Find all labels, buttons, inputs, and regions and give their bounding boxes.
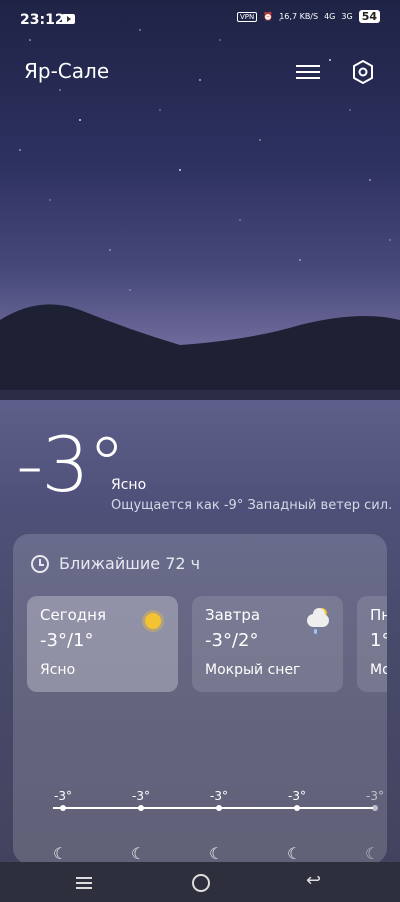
back-button[interactable]: ↩ — [306, 870, 321, 891]
day-temp: 1° — [370, 630, 387, 651]
hour-dot — [294, 805, 300, 811]
navigation-bar: ↩ — [0, 862, 400, 902]
home-button[interactable] — [192, 874, 210, 892]
hour-item: -3° ☾ — [121, 789, 161, 863]
recent-apps-button[interactable] — [76, 874, 92, 892]
day-card-today[interactable]: Сегодня -3°/1° Ясно — [27, 596, 178, 692]
day-card-monday[interactable]: Пн 1° Мо — [357, 596, 387, 692]
forecast-title: Ближайшие 72 ч — [59, 554, 201, 573]
temperature-line — [53, 807, 373, 809]
alarm-icon: ⏰ — [263, 12, 274, 21]
moon-icon: ☾ — [365, 844, 380, 863]
city-name: Яр-Сале — [24, 59, 110, 83]
forecast-card[interactable]: Ближайшие 72 ч Сегодня -3°/1° Ясно Завтр… — [13, 534, 387, 864]
current-temperature: -3° — [16, 420, 126, 509]
day-condition: Ясно — [40, 662, 76, 678]
status-bar: 23:12 VPN ⏰ 16,7 KB/S 4G 3G 54 — [0, 0, 400, 40]
forecast-header: Ближайшие 72 ч — [31, 554, 200, 573]
settings-icon[interactable] — [350, 59, 376, 85]
day-name: Пн — [370, 606, 387, 624]
day-name: Сегодня — [40, 606, 106, 624]
header: Яр-Сале — [0, 55, 400, 95]
status-icons: VPN ⏰ 16,7 KB/S 4G 3G 54 — [237, 10, 380, 23]
moon-icon: ☾ — [287, 844, 302, 863]
clock-icon — [31, 554, 49, 573]
hour-item: -3° ☾ — [43, 789, 83, 863]
status-time: 23:12 — [20, 12, 65, 28]
hour-item: -3° ☾ — [355, 789, 387, 863]
day-temp: -3°/1° — [40, 630, 94, 651]
day-name: Завтра — [205, 606, 261, 624]
day-temp: -3°/2° — [205, 630, 259, 651]
menu-icon[interactable] — [296, 61, 320, 83]
sleet-icon — [305, 608, 331, 634]
hour-temp: -3° — [210, 789, 228, 803]
hour-dot — [216, 805, 222, 811]
hour-temp: -3° — [288, 789, 306, 803]
moon-icon: ☾ — [53, 844, 68, 863]
current-condition: Ясно — [111, 477, 147, 493]
network-4g: 4G — [324, 12, 336, 21]
battery-icon: 54 — [358, 10, 380, 23]
hour-temp: -3° — [366, 789, 384, 803]
feels-like-text: Ощущается как -9° Западный ветер сил. — [111, 498, 393, 513]
day-card-tomorrow[interactable]: Завтра -3°/2° Мокрый снег — [192, 596, 343, 692]
network-3g: 3G — [341, 12, 353, 21]
hour-item: -3° ☾ — [277, 789, 317, 863]
moon-icon: ☾ — [131, 844, 146, 863]
hour-temp: -3° — [54, 789, 72, 803]
current-weather: -3° Ясно Ощущается как -9° Западный вете… — [16, 425, 396, 525]
sun-icon — [140, 608, 166, 634]
vpn-badge: VPN — [237, 11, 258, 22]
hourly-forecast: -3° ☾ -3° ☾ -3° ☾ -3° ☾ -3° ☾ — [43, 789, 384, 863]
hour-dot — [138, 805, 144, 811]
hour-item: -3° ☾ — [199, 789, 239, 863]
hour-dot — [60, 805, 66, 811]
hour-dot — [372, 805, 378, 811]
day-condition: Мокрый снег — [205, 662, 301, 678]
daily-forecast-list: Сегодня -3°/1° Ясно Завтра -3°/2° Мокрый… — [27, 596, 387, 692]
hour-temp: -3° — [132, 789, 150, 803]
day-condition: Мо — [370, 662, 387, 678]
youtube-icon — [62, 14, 75, 24]
moon-icon: ☾ — [209, 844, 224, 863]
network-speed: 16,7 KB/S — [279, 12, 319, 21]
starry-sky — [19, 19, 391, 291]
